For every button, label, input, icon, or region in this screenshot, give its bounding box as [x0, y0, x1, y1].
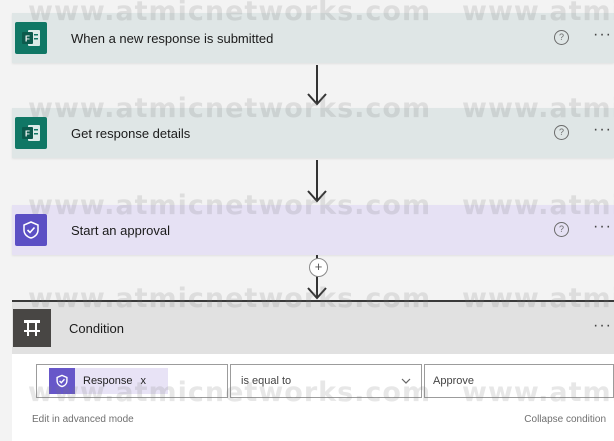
help-icon[interactable]: ? — [554, 30, 569, 45]
left-operand-field[interactable]: Response x — [36, 364, 228, 398]
operator-select[interactable]: is equal to — [230, 364, 422, 398]
forms-icon: F — [15, 22, 47, 54]
down-arrow-icon — [307, 65, 327, 106]
svg-text:F: F — [25, 35, 30, 44]
step-title: When a new response is submitted — [71, 30, 274, 46]
svg-text:F: F — [25, 130, 30, 139]
approvals-icon — [49, 368, 75, 394]
step-card-trigger[interactable]: F When a new response is submitted ? ··· — [12, 13, 614, 63]
more-options-icon[interactable]: ··· — [593, 121, 612, 139]
more-options-icon[interactable]: ··· — [593, 26, 612, 44]
approvals-icon — [15, 214, 47, 246]
condition-title: Condition — [69, 320, 124, 336]
condition-icon — [13, 309, 51, 347]
add-step-button[interactable]: + — [309, 258, 328, 277]
right-operand-value: Approve — [433, 375, 474, 387]
collapse-condition-link[interactable]: Collapse condition — [524, 414, 606, 425]
down-arrow-icon — [307, 160, 327, 203]
step-card-approval[interactable]: Start an approval ? ··· — [12, 205, 614, 255]
step-card-get-response[interactable]: F Get response details ? ··· — [12, 108, 614, 158]
operator-value: is equal to — [241, 375, 292, 387]
forms-icon: F — [15, 117, 47, 149]
edit-advanced-mode-link[interactable]: Edit in advanced mode — [32, 414, 134, 425]
step-title: Get response details — [71, 125, 191, 141]
right-operand-field[interactable]: Approve — [424, 364, 614, 398]
condition-card: Condition ··· Response x is equal to App… — [12, 300, 614, 441]
token-label: Response — [83, 375, 133, 387]
help-icon[interactable]: ? — [554, 125, 569, 140]
more-options-icon[interactable]: ··· — [593, 218, 612, 236]
more-options-icon[interactable]: ··· — [593, 317, 612, 335]
remove-token-icon[interactable]: x — [141, 375, 147, 387]
dynamic-content-token[interactable]: Response x — [49, 368, 168, 394]
condition-header[interactable]: Condition ··· — [12, 302, 614, 354]
help-icon[interactable]: ? — [554, 222, 569, 237]
step-title: Start an approval — [71, 222, 171, 238]
chevron-down-icon — [401, 378, 411, 384]
